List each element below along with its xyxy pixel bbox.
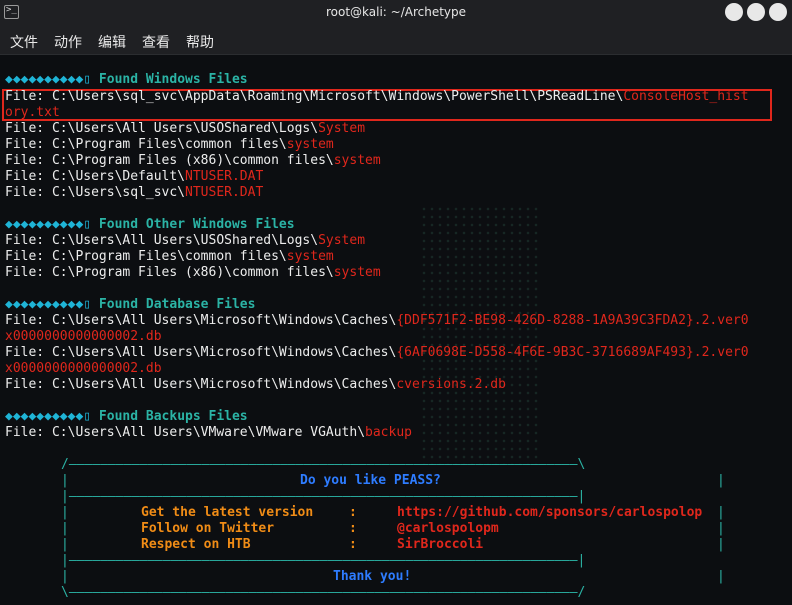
box-border-top: /―――――――――――――――――――――――――――――――――――――――…	[61, 457, 586, 472]
box-border-left: |	[61, 473, 69, 488]
file-line: File: C:\Users\All Users\Microsoft\Windo…	[5, 313, 749, 328]
menu-file[interactable]: 文件	[10, 32, 38, 52]
box-border-right: |	[717, 569, 725, 584]
peass-htb: SirBroccoli	[397, 537, 484, 552]
file-line: File: C:\Users\All Users\USOShared\Logs\…	[5, 233, 366, 248]
peass-row-label: Respect on HTB	[141, 537, 251, 552]
box-border-left: |	[61, 537, 69, 552]
menu-view[interactable]: 查看	[142, 32, 170, 52]
file-line-highlight-wrap: ory.txt	[5, 105, 60, 120]
file-line: File: C:\Users\All Users\VMware\VMware V…	[5, 425, 412, 440]
file-line: File: C:\Program Files (x86)\common file…	[5, 153, 381, 168]
window-title: root@kali: ~/Archetype	[325, 5, 467, 19]
box-divider: |―――――――――――――――――――――――――――――――――――――――…	[61, 553, 586, 568]
section-header-other-windows-files: ◆◆◆◆◆◆◆◆◆◆▯ Found Other Windows Files	[5, 217, 295, 232]
peass-twitter: @carlospolopm	[397, 521, 499, 536]
close-button[interactable]	[769, 3, 787, 21]
peass-question: Do you like PEASS?	[300, 473, 441, 488]
file-line: File: C:\Users\Default\NTUSER.DAT	[5, 169, 264, 184]
file-line-wrap: x0000000000000002.db	[5, 329, 162, 344]
peass-row-sep: :	[349, 521, 357, 536]
peass-sponsor-link[interactable]: https://github.com/sponsors/carlospolop	[397, 505, 702, 521]
terminal-window: >_ root@kali: ~/Archetype 文件 动作 编辑 查看 帮助…	[0, 0, 792, 605]
title-bar: >_ root@kali: ~/Archetype	[0, 0, 792, 26]
file-line: File: C:\Users\sql_svc\NTUSER.DAT	[5, 185, 264, 200]
minimize-button[interactable]	[725, 3, 743, 21]
section-header-backups-files: ◆◆◆◆◆◆◆◆◆◆▯ Found Backups Files	[5, 409, 248, 424]
menu-edit[interactable]: 编辑	[98, 32, 126, 52]
file-line: File: C:\Program Files (x86)\common file…	[5, 265, 381, 280]
box-border-left: |	[61, 569, 69, 584]
box-divider: |―――――――――――――――――――――――――――――――――――――――…	[61, 489, 586, 504]
file-line: File: C:\Users\All Users\Microsoft\Windo…	[5, 377, 506, 392]
file-line-wrap: x0000000000000002.db	[5, 361, 162, 376]
file-line: File: C:\Users\All Users\USOShared\Logs\…	[5, 121, 366, 136]
box-border-left: |	[61, 521, 69, 536]
menu-help[interactable]: 帮助	[186, 32, 214, 52]
peass-row-label: Get the latest version	[141, 505, 314, 520]
file-line: File: C:\Program Files\common files\syst…	[5, 249, 334, 264]
box-border-left: |	[61, 505, 69, 520]
box-border-right: |	[717, 521, 725, 536]
peass-thanks: Thank you!	[333, 569, 412, 584]
maximize-button[interactable]	[747, 3, 765, 21]
background-pattern	[420, 205, 540, 465]
box-border-right: |	[717, 537, 725, 552]
menu-bar: 文件 动作 编辑 查看 帮助	[0, 26, 792, 55]
peass-row-label: Follow on Twitter	[141, 521, 275, 536]
file-line-highlight: File: C:\Users\sql_svc\AppData\Roaming\M…	[5, 89, 749, 104]
menu-action[interactable]: 动作	[54, 32, 82, 52]
box-border-right: |	[717, 473, 725, 488]
section-header-database-files: ◆◆◆◆◆◆◆◆◆◆▯ Found Database Files	[5, 297, 256, 312]
file-line: File: C:\Program Files\common files\syst…	[5, 137, 334, 152]
section-header-windows-files: ◆◆◆◆◆◆◆◆◆◆▯ Found Windows Files	[5, 72, 248, 87]
box-border-right: |	[717, 505, 725, 520]
box-border-bottom: \―――――――――――――――――――――――――――――――――――――――…	[61, 585, 586, 600]
peass-row-sep: :	[349, 505, 357, 520]
file-line: File: C:\Users\All Users\Microsoft\Windo…	[5, 345, 749, 360]
peass-row-sep: :	[349, 537, 357, 552]
